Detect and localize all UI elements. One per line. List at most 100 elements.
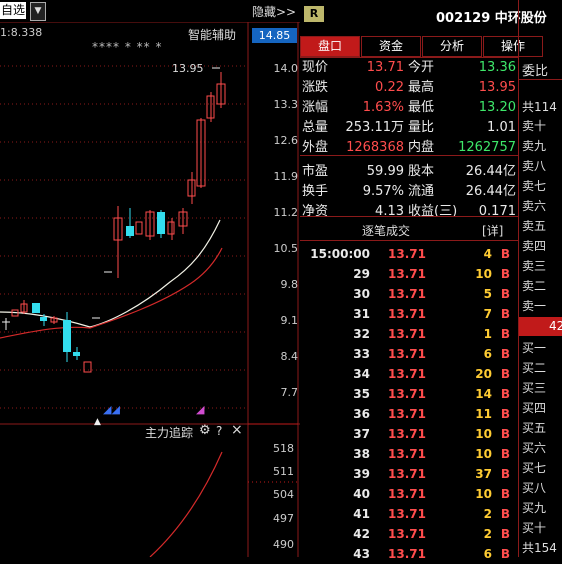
- tab-funds[interactable]: 资金: [361, 36, 421, 57]
- help-icon[interactable]: ?: [216, 424, 222, 438]
- ma-line-red: [0, 247, 223, 339]
- price-tick: 9.8: [280, 278, 299, 291]
- quote-label: 量比: [408, 120, 435, 135]
- watchlist-select[interactable]: 自选: [0, 2, 26, 19]
- trade-time: 29: [353, 267, 370, 281]
- trade-side: B: [500, 507, 510, 521]
- trade-volume: 10: [475, 427, 492, 441]
- trade-volume: 37: [475, 467, 492, 481]
- trade-price: 13.71: [388, 247, 426, 261]
- quote-label: 涨跌: [302, 80, 329, 95]
- quote-label: 涨幅: [302, 100, 329, 115]
- gear-icon[interactable]: ⚙: [199, 423, 211, 438]
- volume-tick: 490: [273, 538, 294, 551]
- trade-detail-title: 逐笔成交: [362, 224, 411, 238]
- sell-total: 共114: [522, 100, 557, 114]
- quote-value: 13.20: [478, 100, 516, 115]
- trade-row: 33 13.71 6 B: [302, 344, 516, 364]
- price-tick: 14.0: [273, 62, 299, 75]
- buy-level-label: 买三: [522, 381, 547, 395]
- quote-label: 现价: [302, 60, 329, 75]
- sell-level-label: 卖八: [522, 159, 547, 173]
- trade-side: B: [500, 307, 510, 321]
- trade-time: 36: [353, 407, 370, 421]
- trade-volume: 11: [475, 407, 492, 421]
- stock-title: 002129 中环股份: [436, 11, 547, 26]
- close-icon[interactable]: ×: [231, 422, 243, 438]
- sell-level-label: 卖六: [522, 199, 547, 213]
- trade-price: 13.71: [388, 287, 426, 301]
- trade-time: 32: [353, 327, 370, 341]
- quote-value: 13.71: [366, 60, 404, 75]
- trade-time: 35: [353, 387, 370, 401]
- quote-label: 收益(三): [408, 204, 458, 219]
- capital-tracking-title: 主力追踪: [145, 426, 194, 440]
- buy-level-label: 买五: [522, 421, 547, 435]
- tab-analysis[interactable]: 分析: [422, 36, 482, 57]
- trade-price: 13.71: [388, 527, 426, 541]
- tab-operate[interactable]: 操作: [483, 36, 543, 57]
- svg-text:◢◢: ◢◢: [103, 403, 120, 416]
- sell-level-label: 卖三: [522, 259, 547, 273]
- quote-value: 26.44亿: [465, 184, 516, 199]
- quote-label: 市盈: [302, 164, 329, 179]
- quote-value: 1.01: [487, 120, 516, 135]
- quote-label: 股本: [408, 164, 435, 179]
- quote-label: 最低: [408, 100, 435, 115]
- trade-price: 13.71: [388, 327, 426, 341]
- trade-side: B: [500, 367, 510, 381]
- quote-label: 流通: [408, 184, 435, 199]
- price-tick: 12.6: [273, 134, 299, 147]
- trade-detail-link[interactable]: [详]: [482, 221, 503, 241]
- trade-side: B: [500, 267, 510, 281]
- hide-panel-button[interactable]: 隐藏>>: [252, 3, 296, 20]
- trade-volume: 2: [483, 507, 492, 521]
- quote-label: 净资: [302, 204, 329, 219]
- trade-row: 41 13.71 2 B: [302, 504, 516, 524]
- quote-label: 总量: [302, 120, 329, 135]
- trade-row: 15:00:00 13.71 4 B: [302, 244, 516, 264]
- sell-level-label: 卖九: [522, 139, 547, 153]
- trade-row: 40 13.71 10 B: [302, 484, 516, 504]
- quote-row: 换手 9.57% 流通 26.44亿: [302, 182, 516, 202]
- quote-value: 1.63%: [362, 100, 404, 115]
- trade-price: 13.71: [388, 267, 426, 281]
- capital-flow-line: [149, 451, 223, 557]
- trade-side: B: [500, 547, 510, 561]
- chevron-down-icon[interactable]: ▼: [30, 2, 46, 21]
- high-price-label: 13.95: [172, 62, 204, 75]
- sell-level-label: 卖四: [522, 239, 547, 253]
- trade-side: B: [500, 407, 510, 421]
- trade-price: 13.71: [388, 487, 426, 501]
- quote-value: 0.22: [375, 80, 404, 95]
- trade-price: 13.71: [388, 407, 426, 421]
- quote-row: 净资 4.13 收益(三) 0.171: [302, 202, 516, 222]
- trade-side: B: [500, 427, 510, 441]
- price-tick: 8.4: [280, 350, 299, 363]
- trade-side: B: [500, 447, 510, 461]
- trade-volume: 4: [483, 247, 492, 261]
- trade-time: 42: [353, 527, 370, 541]
- candles: [2, 67, 226, 373]
- buy-total: 共154: [522, 541, 557, 555]
- panel-tabs: 盘口 资金 分析 操作: [300, 36, 544, 57]
- price-tick: 9.1: [280, 314, 299, 327]
- trade-time: 30: [353, 287, 370, 301]
- sell-level-label: 卖七: [522, 179, 547, 193]
- tab-pankou[interactable]: 盘口: [300, 36, 360, 57]
- kline-chart-panel[interactable]: 自选 ▼ 隐藏>> 1:8.338 智能辅助 **** * ** * ◢◢ ◢ …: [0, 0, 300, 557]
- quote-label: 换手: [302, 184, 329, 199]
- trade-volume: 10: [475, 487, 492, 501]
- volume-tick: 518: [273, 442, 294, 455]
- sell-level-label: 卖一: [522, 299, 547, 313]
- svg-text:◢: ◢: [196, 403, 205, 416]
- divider: [300, 216, 519, 217]
- quote-row: 涨跌 0.22 最高 13.95: [302, 78, 516, 98]
- trade-time: 41: [353, 507, 370, 521]
- trade-side: B: [500, 327, 510, 341]
- trade-volume: 5: [483, 287, 492, 301]
- trade-row: 29 13.71 10 B: [302, 264, 516, 284]
- trade-time: 33: [353, 347, 370, 361]
- quote-value: 4.13: [375, 204, 404, 219]
- trade-volume: 6: [483, 347, 492, 361]
